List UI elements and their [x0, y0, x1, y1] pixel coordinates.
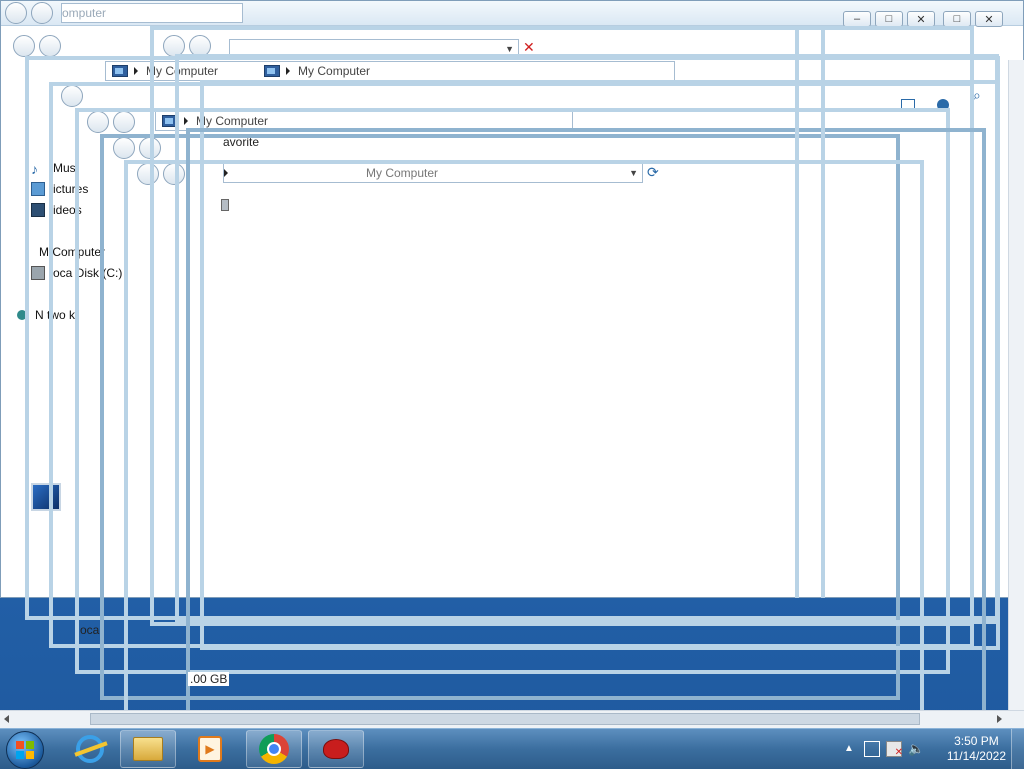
maximize-button[interactable]: □: [875, 11, 903, 27]
chrome-icon: [259, 734, 289, 764]
ghost-frame: [795, 30, 825, 598]
computer-icon-sidebar: [11, 245, 19, 259]
ghost-frame: [186, 128, 986, 714]
address-bar-ghost[interactable]: omputer: [61, 3, 243, 23]
system-tray: ▲ ✕ 🔈 3:50 PM 11/14/2022: [834, 729, 1024, 769]
title-bar[interactable]: omputer – □ ✕ □ ✕: [1, 1, 1023, 27]
close-button-ghost[interactable]: ✕: [907, 11, 935, 27]
explorer-icon: [133, 737, 163, 761]
start-button[interactable]: [6, 731, 44, 769]
windows-logo-icon: [16, 741, 34, 759]
vertical-scrollbar[interactable]: [1008, 60, 1024, 710]
drive-label-fragment: oca: [80, 623, 100, 637]
minimize-button[interactable]: –: [843, 11, 871, 27]
scroll-right-icon[interactable]: [997, 715, 1002, 723]
taskbar-red-app-button[interactable]: [308, 730, 364, 768]
clock-time: 3:50 PM: [954, 734, 999, 748]
ie-icon: [74, 735, 108, 763]
red-app-icon: [323, 739, 349, 759]
network-tray-icon[interactable]: [864, 741, 880, 757]
show-hidden-icons-icon[interactable]: ▲: [844, 743, 860, 759]
volume-icon[interactable]: 🔈: [908, 741, 924, 757]
drive-size-fragment: .00 GB: [188, 672, 230, 686]
address-bar-ghost-text: omputer: [62, 6, 107, 20]
back-button[interactable]: [5, 2, 27, 24]
forward-button-2[interactable]: [39, 35, 61, 57]
clock-date: 11/14/2022: [946, 749, 1006, 763]
taskbar: ▶ ▲ ✕ 🔈 3:50 PM 11/14/2022: [0, 728, 1024, 769]
close-button-2[interactable]: ✕: [975, 11, 1003, 27]
maximize-button-2[interactable]: □: [943, 11, 971, 27]
horizontal-scrollbar[interactable]: [0, 710, 1024, 728]
scroll-thumb[interactable]: [90, 713, 920, 725]
scroll-left-icon[interactable]: [4, 715, 9, 723]
taskbar-media-player-button[interactable]: ▶: [182, 730, 238, 768]
back-button-2[interactable]: [13, 35, 35, 57]
action-center-icon[interactable]: ✕: [886, 741, 903, 758]
taskbar-chrome-button[interactable]: [246, 730, 302, 768]
forward-button[interactable]: [31, 2, 53, 24]
taskbar-ie-button[interactable]: [62, 730, 118, 768]
taskbar-explorer-button[interactable]: [120, 730, 176, 768]
clock[interactable]: 3:50 PM 11/14/2022: [947, 734, 1006, 764]
show-desktop-button[interactable]: [1011, 729, 1024, 769]
media-player-icon: ▶: [198, 736, 222, 762]
